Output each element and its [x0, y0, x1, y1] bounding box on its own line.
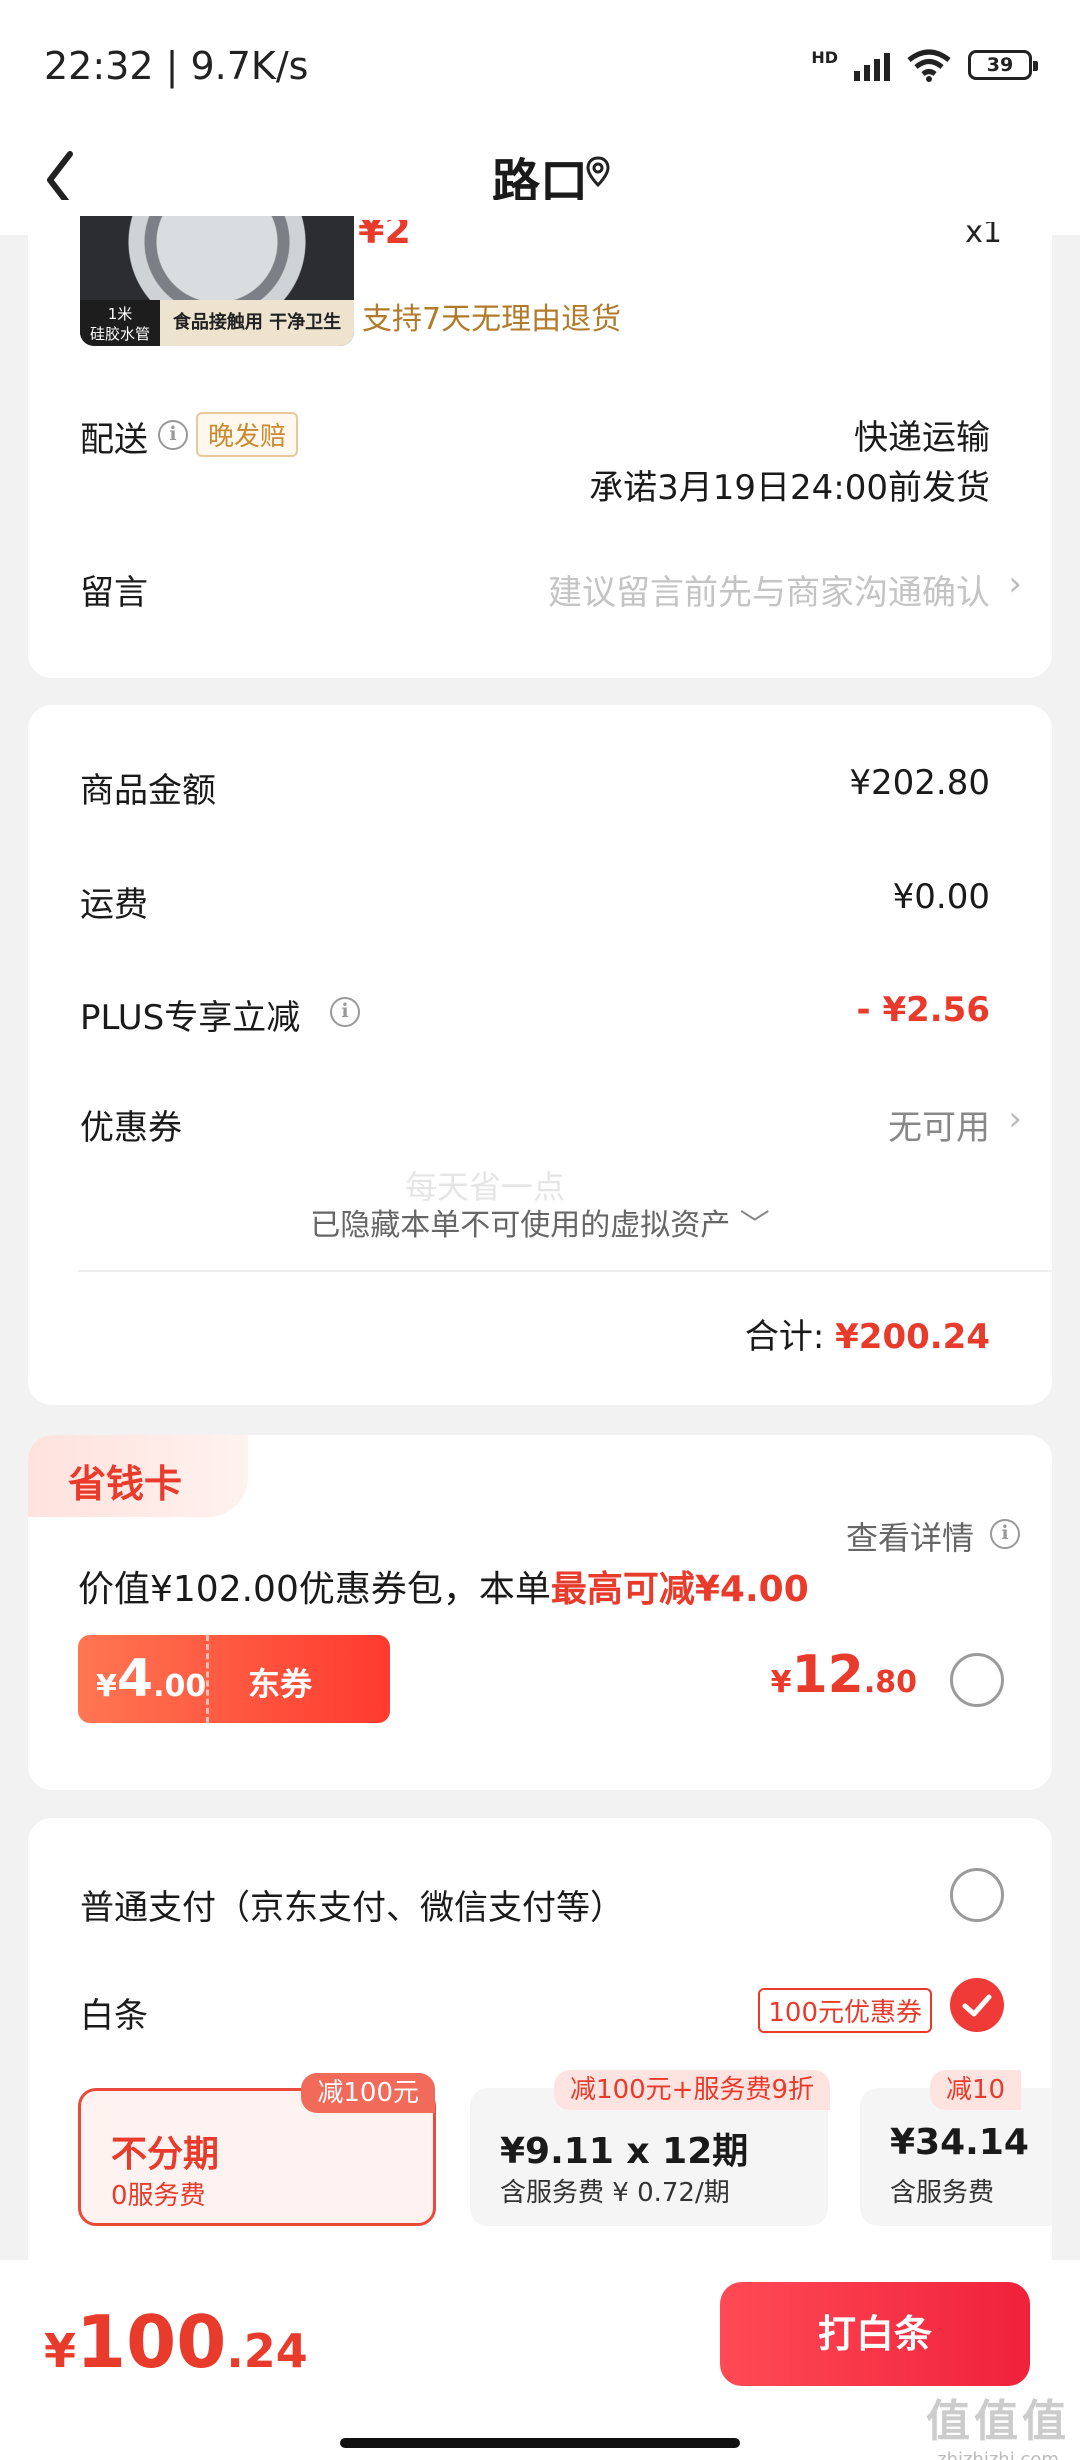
- price-currency: ¥: [770, 1665, 792, 1700]
- pay-baitiao-button[interactable]: 打白条: [720, 2282, 1030, 2386]
- plan-main: ¥34.14: [890, 2122, 1029, 2163]
- wifi-icon: [907, 49, 951, 82]
- chevron-right-icon: ›: [1008, 1099, 1022, 1139]
- watermark-logo: 值值值: [926, 2396, 1070, 2447]
- signal-icon: [854, 49, 890, 81]
- plan-sub: 0服务费: [111, 2181, 206, 2211]
- coupon-currency: ¥: [96, 1669, 117, 1704]
- price-int: 12: [791, 1645, 864, 1705]
- plan-main: ¥9.11 x 12期: [500, 2131, 749, 2172]
- amount-dec: .24: [226, 2324, 308, 2378]
- info-icon[interactable]: i: [158, 420, 188, 450]
- home-indicator[interactable]: [340, 2438, 740, 2448]
- site-watermark: 值值值 zhizhizhi.com: [926, 2385, 1070, 2460]
- baitiao-label: 白条: [80, 1996, 148, 2036]
- status-icons: HD 39: [811, 48, 1038, 82]
- total-value: ¥200.24: [835, 1317, 990, 1357]
- plus-discount-label: PLUS专享立减: [80, 998, 301, 1038]
- coupon-dec: .00: [153, 1669, 207, 1704]
- thumb-tag-length: 1米 硅胶水管: [80, 300, 160, 346]
- total-row: 合计: ¥200.24: [745, 1309, 990, 1358]
- hd-label: HD: [811, 48, 838, 67]
- plan-sub: 含服务费 ¥ 0.72/期: [500, 2178, 730, 2208]
- baitiao-radio[interactable]: [950, 1978, 1004, 2032]
- hidden-assets-text: 已隐藏本单不可使用的虚拟资产: [310, 1208, 731, 1243]
- plan-main: 不分期: [111, 2134, 220, 2175]
- savings-description: 价值¥102.00优惠券包，本单最高可减¥4.00: [78, 1560, 809, 1612]
- coupon-value[interactable]: 无可用: [888, 1100, 990, 1149]
- normal-pay-label: 普通支付（京东支付、微信支付等）: [80, 1888, 624, 1928]
- savings-desc-prefix: 价值¥102.00优惠券包，本单: [78, 1569, 551, 1610]
- coupon-ticket: ¥4.00 东券: [78, 1635, 390, 1723]
- baitiao-coupon-badge: 100元优惠券: [758, 1988, 932, 2033]
- chevron-down-icon: ﹀: [739, 1208, 770, 1243]
- price-summary-card: 商品金额 ¥202.80 运费 ¥0.00 PLUS专享立减 i - ¥2.56…: [28, 705, 1052, 1405]
- location-pin-icon[interactable]: [583, 152, 613, 192]
- battery-icon: 39: [968, 50, 1038, 80]
- installment-plan-none[interactable]: 减100元 不分期 0服务费: [78, 2073, 436, 2226]
- return-policy: 支持7天无理由退货: [362, 302, 622, 337]
- delivery-method: 快递运输: [854, 418, 990, 458]
- savings-card-radio[interactable]: [950, 1653, 1004, 1707]
- plan-tag: 减100元: [301, 2073, 435, 2113]
- normal-pay-radio[interactable]: [950, 1868, 1004, 1922]
- thumb-tag-feature: 食品接触用 干净卫生: [160, 300, 354, 346]
- product-price: ¥2: [358, 220, 411, 252]
- installment-plan-12[interactable]: 减100元+服务费9折 ¥9.11 x 12期 含服务费 ¥ 0.72/期: [470, 2070, 830, 2226]
- overlay-watermark: 每天省一点: [405, 1168, 566, 1206]
- total-label: 合计:: [744, 1317, 825, 1357]
- plan-sub: 含服务费: [890, 2178, 995, 2208]
- installment-plan-3[interactable]: 减10 ¥34.14 含服务费: [860, 2070, 1052, 2226]
- message-label: 留言: [80, 573, 148, 613]
- goods-amount-label: 商品金额: [80, 771, 216, 811]
- plus-discount-value: - ¥2.56: [856, 990, 991, 1030]
- savings-card: 省钱卡 查看详情 i 价值¥102.00优惠券包，本单最高可减¥4.00 ¥4.…: [28, 1435, 1052, 1790]
- status-bar: 22:32 | 9.7K/s HD 39: [0, 0, 1080, 130]
- bottom-bar: ¥100.24 打白条: [0, 2260, 1080, 2460]
- plan-tag: 减100元+服务费9折: [554, 2070, 830, 2110]
- status-time: 22:32 | 9.7K/s: [44, 44, 309, 88]
- payment-method-card: 普通支付（京东支付、微信支付等） 白条 100元优惠券 减100元 不分期 0服…: [28, 1818, 1052, 2278]
- product-thumbnail[interactable]: 1米 硅胶水管 食品接触用 干净卫生: [80, 216, 354, 346]
- product-quantity: x1: [965, 222, 1002, 250]
- divider: [78, 1270, 1052, 1272]
- shipping-value: ¥0.00: [892, 877, 990, 917]
- savings-card-price: ¥12.80: [771, 1645, 917, 1705]
- payable-amount: ¥100.24: [44, 2300, 308, 2384]
- coupon-divider: [206, 1635, 209, 1723]
- coupon-name: 东券: [248, 1665, 313, 1703]
- goods-amount-value: ¥202.80: [849, 763, 990, 803]
- delivery-promise: 承诺3月19日24:00前发货: [589, 468, 990, 508]
- check-icon: [962, 1994, 992, 2017]
- amount-int: 100: [76, 2300, 227, 2384]
- price-dec: .80: [863, 1665, 917, 1700]
- amount-currency: ¥: [44, 2324, 77, 2378]
- info-icon[interactable]: i: [990, 1519, 1020, 1549]
- savings-desc-highlight: 最高可减¥4.00: [550, 1569, 809, 1610]
- coupon-int: 4: [116, 1649, 154, 1709]
- coupon-label: 优惠券: [80, 1108, 182, 1148]
- coupon-amount: ¥4.00: [96, 1649, 206, 1709]
- savings-title: 省钱卡: [68, 1462, 183, 1506]
- chevron-right-icon: ›: [1008, 564, 1022, 604]
- late-compensation-badge: 晚发赔: [196, 412, 299, 457]
- watermark-site: zhizhizhi.com: [937, 2449, 1059, 2460]
- shipping-label: 运费: [80, 885, 148, 925]
- plan-tag: 减10: [930, 2070, 1022, 2110]
- view-details-link[interactable]: 查看详情: [846, 1513, 974, 1559]
- delivery-label: 配送: [80, 420, 148, 460]
- order-item-card: 1米 硅胶水管 食品接触用 干净卫生 ¥2 x1 支持7天无理由退货 配送 i …: [28, 200, 1052, 678]
- message-input[interactable]: 建议留言前先与商家沟通确认: [548, 565, 990, 614]
- info-icon[interactable]: i: [330, 997, 360, 1027]
